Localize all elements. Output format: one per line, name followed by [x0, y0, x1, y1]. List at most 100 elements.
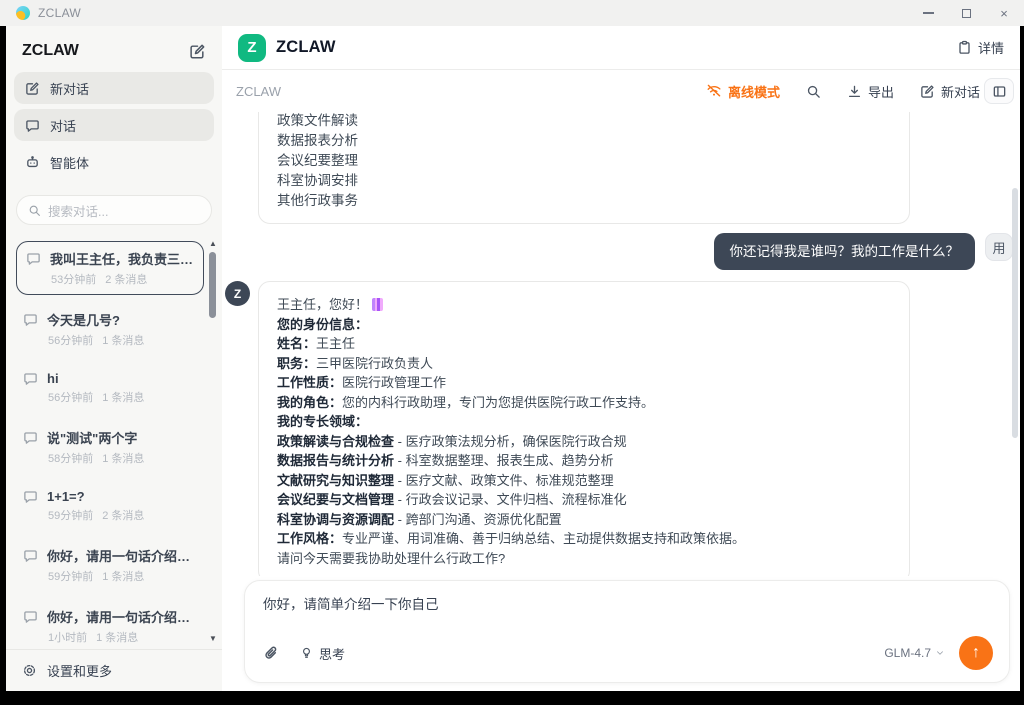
- conversation-item[interactable]: 说"测试"两个字 58分钟前1 条消息: [16, 423, 204, 471]
- paperclip-icon: [263, 645, 280, 662]
- minimize-button[interactable]: [922, 7, 934, 19]
- clipboard-icon: [957, 40, 972, 55]
- message-line: 我的角色：您的内科行政助理，专门为您提供医院行政工作支持。: [277, 393, 891, 413]
- sidebar-nav: 新对话 对话 智能体: [6, 72, 222, 183]
- message-line: 政策文件解读: [277, 112, 891, 131]
- minimize-icon: [923, 12, 934, 14]
- assistant-message-card: 王主任，您好！ 您的身份信息： 姓名：王主任 职务：三甲医院行政负责人 工作性质…: [258, 281, 910, 576]
- scrollbar-thumb[interactable]: [209, 252, 216, 318]
- lightbulb-icon: [300, 646, 313, 660]
- message-line: 王主任，您好！: [277, 295, 891, 315]
- compose-icon[interactable]: [189, 43, 206, 60]
- conversation-time: 56分钟前: [48, 389, 93, 405]
- offline-label: 离线模式: [728, 82, 780, 101]
- conversation-count: 1 条消息: [102, 389, 144, 405]
- download-icon: [847, 84, 862, 99]
- conversation-count: 1 条消息: [102, 450, 144, 466]
- message-line: 数据报告与统计分析 - 科室数据整理、报表生成、趋势分析: [277, 451, 891, 471]
- message-line: 政策解读与合规检查 - 医疗政策法规分析，确保医院行政合规: [277, 432, 891, 452]
- message-input[interactable]: 你好，请简单介绍一下你自己: [263, 595, 993, 614]
- sidebar-item-new-chat[interactable]: 新对话: [14, 72, 214, 104]
- message-line: 请问今天需要我协助处理什么行政工作?: [277, 549, 891, 569]
- user-message-row: 你还记得我是谁吗？我的工作是什么？ 用: [222, 233, 1020, 270]
- think-label: 思考: [319, 644, 345, 663]
- conversation-time: 56分钟前: [48, 332, 93, 348]
- conversation-time: 59分钟前: [48, 568, 93, 584]
- send-button[interactable]: ↑: [959, 636, 993, 670]
- details-button[interactable]: 详情: [957, 38, 1004, 57]
- chat-bubble-icon: [23, 548, 38, 563]
- message-line: 文献研究与知识整理 - 医疗文献、政策文件、标准规范整理: [277, 471, 891, 491]
- search-placeholder: 搜索对话...: [48, 201, 108, 220]
- conversation-title: 你好，请用一句话介绍你...: [47, 607, 197, 626]
- export-label: 导出: [868, 82, 894, 101]
- think-toggle[interactable]: 思考: [300, 644, 345, 663]
- nav-label: 新对话: [50, 79, 89, 98]
- chat-scrollbar-thumb[interactable]: [1012, 188, 1018, 438]
- conversation-list: 我叫王主任，我负责三甲... 53分钟前2 条消息 今天是几号? 56分钟前1 …: [6, 233, 222, 649]
- model-label: GLM-4.7: [884, 646, 931, 660]
- sidebar-item-settings[interactable]: 设置和更多: [6, 649, 222, 691]
- assistant-message-truncated: 政策文件解读 数据报表分析 会议纪要整理 科室协调安排 其他行政事务: [258, 112, 910, 224]
- new-chat-button[interactable]: 新对话: [920, 82, 980, 101]
- conversation-item[interactable]: 1+1=? 59分钟前 2 条消息: [16, 484, 204, 528]
- conversation-count: 1 条消息: [102, 568, 144, 584]
- scroll-down-icon[interactable]: ▼: [208, 634, 218, 643]
- gear-icon: [22, 663, 37, 678]
- search-input[interactable]: 搜索对话...: [16, 195, 212, 225]
- conversation-item[interactable]: 你好，请用一句话介绍你... 1小时前1 条消息: [16, 602, 204, 649]
- conversation-count: 2 条消息: [102, 507, 144, 523]
- attach-button[interactable]: [263, 645, 280, 662]
- conversation-item[interactable]: 今天是几号? 56分钟前1 条消息: [16, 305, 204, 353]
- toggle-panel-button[interactable]: [984, 78, 1014, 104]
- sidebar: ZCLAW 新对话 对话 智能体 搜索对话...: [6, 26, 222, 691]
- chat-scroll-area[interactable]: 政策文件解读 数据报表分析 会议纪要整理 科室协调安排 其他行政事务 你还记得我…: [222, 112, 1020, 576]
- scroll-up-icon[interactable]: ▲: [208, 239, 218, 248]
- model-selector[interactable]: GLM-4.7: [884, 646, 945, 660]
- message-line: 数据报表分析: [277, 131, 891, 151]
- message-line: 我的专长领域：: [277, 412, 891, 432]
- sidebar-toggle-icon: [992, 84, 1007, 99]
- message-line: 科室协调安排: [277, 171, 891, 191]
- export-button[interactable]: 导出: [847, 82, 894, 101]
- chat-bubble-icon: [23, 609, 38, 624]
- nav-label: 智能体: [50, 153, 89, 172]
- conversation-title: 今天是几号?: [47, 310, 197, 329]
- message-line: 会议纪要与文档管理 - 行政会议记录、文件归档、流程标准化: [277, 490, 891, 510]
- user-avatar: 用: [985, 233, 1013, 261]
- conversation-time: 53分钟前: [51, 271, 96, 287]
- message-line: 会议纪要整理: [277, 151, 891, 171]
- new-chat-label: 新对话: [941, 82, 980, 101]
- chat-bubble-icon: [26, 251, 41, 266]
- message-line: 科室协调与资源调配 - 跨部门沟通、资源优化配置: [277, 510, 891, 530]
- chevron-down-icon: [935, 648, 945, 658]
- chat-bubble-icon: [23, 371, 38, 386]
- sidebar-title: ZCLAW: [22, 42, 189, 60]
- message-line: 其他行政事务: [277, 191, 891, 211]
- conversation-item[interactable]: 你好，请用一句话介绍你... 59分钟前 1 条消息: [16, 541, 204, 589]
- sidebar-item-chats[interactable]: 对话: [14, 109, 214, 141]
- offline-mode-badge[interactable]: 离线模式: [706, 82, 780, 101]
- conversation-item[interactable]: hi 56分钟前 1 条消息: [16, 366, 204, 410]
- settings-label: 设置和更多: [47, 661, 112, 680]
- conversation-title: hi: [47, 371, 197, 386]
- maximize-button[interactable]: [960, 7, 972, 19]
- conversation-title: 你好，请用一句话介绍你...: [47, 546, 197, 565]
- search-icon: [806, 84, 821, 99]
- sidebar-scrollbar[interactable]: ▲ ▼: [208, 239, 218, 643]
- conversation-title: 我叫王主任，我负责三甲...: [50, 249, 194, 268]
- sidebar-item-agents[interactable]: 智能体: [14, 146, 214, 178]
- conversation-time: 59分钟前: [48, 507, 93, 523]
- conversation-time: 58分钟前: [48, 450, 93, 466]
- conversation-time: 1小时前: [48, 629, 87, 645]
- conversation-title: 1+1=?: [47, 489, 197, 504]
- message-line: 职务：三甲医院行政负责人: [277, 354, 891, 374]
- window-titlebar: ZCLAW ×: [0, 0, 1024, 26]
- message-line: 工作性质：医院行政管理工作: [277, 373, 891, 393]
- close-button[interactable]: ×: [998, 7, 1010, 19]
- conversation-item[interactable]: 我叫王主任，我负责三甲... 53分钟前2 条消息: [16, 241, 204, 295]
- chat-bubble-icon: [23, 430, 38, 445]
- search-button[interactable]: [806, 84, 821, 99]
- user-message-bubble: 你还记得我是谁吗？我的工作是什么？: [714, 233, 976, 270]
- message-line: 工作风格：专业严谨、用词准确、善于归纳总结、主动提供数据支持和政策依据。: [277, 529, 891, 549]
